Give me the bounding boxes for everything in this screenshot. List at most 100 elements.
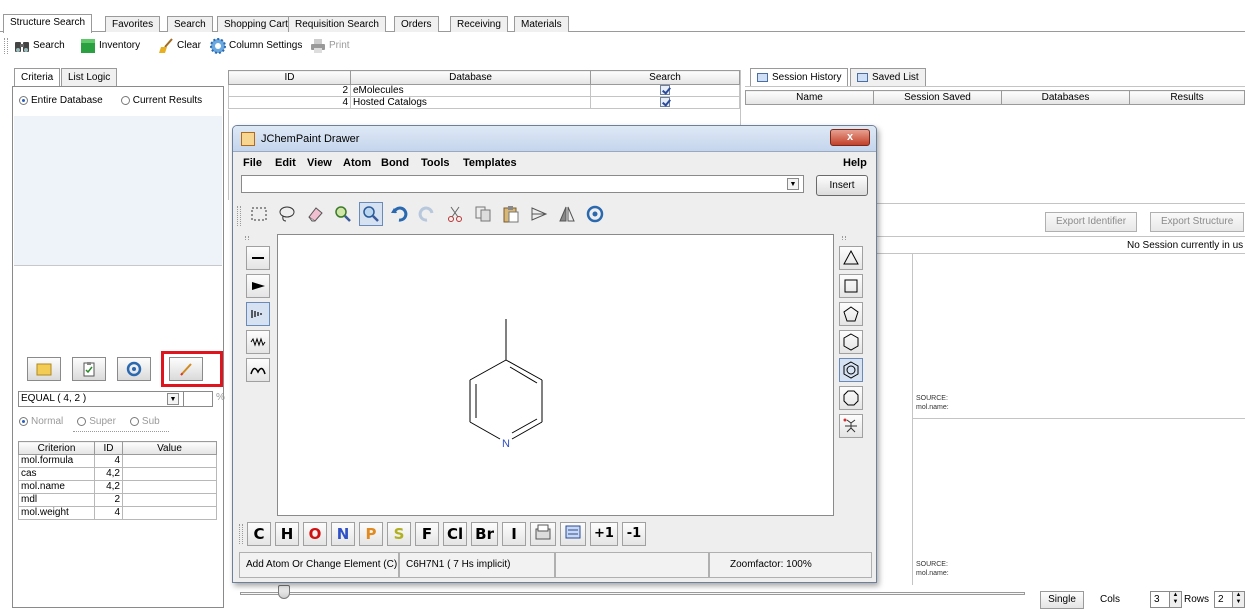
column-header-databases[interactable]: Databases <box>1001 90 1130 105</box>
column-header-results[interactable]: Results <box>1129 90 1245 105</box>
refresh-structure-button[interactable] <box>117 357 151 381</box>
export-identifier-button[interactable]: Export Identifier <box>1045 212 1138 232</box>
close-button[interactable]: x <box>830 129 870 146</box>
inventory-button[interactable]: Inventory <box>80 37 140 55</box>
value-cell[interactable] <box>122 480 217 494</box>
column-header-criterion[interactable]: Criterion <box>18 441 95 455</box>
zoom-slider-thumb[interactable] <box>278 585 290 599</box>
clean-structure-button[interactable] <box>583 202 607 226</box>
window-title-bar[interactable]: JChemPaint Drawer x <box>233 126 876 152</box>
value-cell[interactable] <box>122 506 217 520</box>
search-button[interactable]: Search <box>14 37 65 55</box>
hexagon-ring-button[interactable] <box>839 330 863 354</box>
flip-horizontal-button[interactable] <box>527 202 551 226</box>
structure-preview-area[interactable] <box>14 116 222 266</box>
hash-bond-button[interactable] <box>246 302 270 326</box>
column-header-name[interactable]: Name <box>745 90 874 105</box>
benzene-ring-button[interactable] <box>839 358 863 382</box>
menu-tools[interactable]: Tools <box>421 153 450 173</box>
table-row[interactable]: mol.name 4,2 <box>18 480 217 494</box>
menu-templates[interactable]: Templates <box>463 153 517 173</box>
table-row[interactable]: 2 eMolecules <box>228 84 740 97</box>
table-row[interactable]: mdl 2 <box>18 493 217 507</box>
pentagon-ring-button[interactable] <box>839 302 863 326</box>
lasso-button[interactable] <box>275 202 299 226</box>
open-structure-button[interactable] <box>27 357 61 381</box>
periodic-table-button[interactable] <box>530 522 556 546</box>
flip-vertical-button[interactable] <box>555 202 579 226</box>
column-header-id[interactable]: ID <box>228 70 351 85</box>
tab-favorites[interactable]: Favorites <box>105 16 161 32</box>
insert-button[interactable]: Insert <box>816 175 868 196</box>
menu-edit[interactable]: Edit <box>275 153 296 173</box>
chain-bond-button[interactable] <box>246 358 270 382</box>
clear-button[interactable]: Clear <box>158 37 201 55</box>
tab-materials[interactable]: Materials <box>514 16 569 32</box>
smiles-input[interactable]: ▼ <box>241 175 804 193</box>
octagon-ring-button[interactable] <box>839 386 863 410</box>
element-nitrogen-button[interactable]: N <box>331 522 355 546</box>
menu-view[interactable]: View <box>307 153 332 173</box>
zoom-slider-track[interactable] <box>240 592 1025 595</box>
operator-select[interactable]: EQUAL ( 4, 2 ) ▼ <box>18 391 194 407</box>
tab-search[interactable]: Search <box>167 16 213 32</box>
radio-sub[interactable]: Sub <box>129 416 160 427</box>
column-header-id[interactable]: ID <box>94 441 123 455</box>
element-bromine-button[interactable]: Br <box>471 522 498 546</box>
paste-structure-button[interactable] <box>72 357 106 381</box>
column-header-search[interactable]: Search <box>590 70 740 85</box>
export-structure-button[interactable]: Export Structure <box>1150 212 1245 232</box>
value-cell[interactable] <box>122 493 217 507</box>
column-header-value[interactable]: Value <box>122 441 217 455</box>
tab-list-logic[interactable]: List Logic <box>61 68 118 86</box>
element-fluorine-button[interactable]: F <box>415 522 439 546</box>
spinner-arrows-icon[interactable]: ▲ ▼ <box>1169 592 1181 607</box>
more-templates-button[interactable] <box>839 414 863 438</box>
square-ring-button[interactable] <box>839 274 863 298</box>
radio-current-results[interactable]: Current Results <box>120 95 202 106</box>
wedge-bond-button[interactable] <box>246 274 270 298</box>
radio-entire-database[interactable]: Entire Database <box>19 95 103 106</box>
triangle-ring-button[interactable] <box>839 246 863 270</box>
copy-button[interactable] <box>471 202 495 226</box>
cols-spinner[interactable]: 3 ▲ ▼ <box>1150 591 1182 608</box>
table-row[interactable]: mol.weight 4 <box>18 506 217 520</box>
radio-normal[interactable]: Normal <box>19 416 63 427</box>
menu-file[interactable]: File <box>243 153 262 173</box>
element-list-button[interactable] <box>560 522 586 546</box>
percent-input[interactable] <box>183 391 213 407</box>
zoom-out-button[interactable] <box>359 202 383 226</box>
tab-orders[interactable]: Orders <box>394 16 439 32</box>
element-sulfur-button[interactable]: S <box>387 522 411 546</box>
element-phosphorus-button[interactable]: P <box>359 522 383 546</box>
tab-criteria[interactable]: Criteria <box>14 68 61 86</box>
search-checkbox[interactable] <box>660 97 670 108</box>
charge-minus-button[interactable]: -1 <box>621 522 646 546</box>
eraser-button[interactable] <box>303 202 327 226</box>
element-oxygen-button[interactable]: O <box>303 522 327 546</box>
tab-saved-list[interactable]: Saved List <box>850 68 926 86</box>
menu-atom[interactable]: Atom <box>343 153 371 173</box>
wavy-bond-button[interactable] <box>246 330 270 354</box>
spinner-arrows-icon[interactable]: ▲ ▼ <box>1232 592 1244 607</box>
charge-plus-button[interactable]: +1 <box>590 522 618 546</box>
tab-requisition-search[interactable]: Requisition Search <box>288 16 386 32</box>
search-checkbox[interactable] <box>660 85 670 96</box>
print-button[interactable]: Print <box>310 37 350 55</box>
tab-receiving[interactable]: Receiving <box>450 16 508 32</box>
column-settings-button[interactable]: Column Settings <box>210 37 302 55</box>
tab-session-history[interactable]: Session History <box>750 68 849 86</box>
element-chlorine-button[interactable]: Cl <box>443 522 468 546</box>
cut-button[interactable] <box>443 202 467 226</box>
radio-super[interactable]: Super <box>77 416 116 427</box>
single-button[interactable]: Single <box>1040 591 1084 609</box>
tab-shopping-cart[interactable]: Shopping Cart <box>217 16 295 32</box>
table-row[interactable]: mol.formula 4 <box>18 454 217 468</box>
select-rectangle-button[interactable] <box>247 202 271 226</box>
chevron-down-icon[interactable]: ▼ <box>167 393 179 405</box>
tab-structure-search[interactable]: Structure Search <box>3 14 93 33</box>
column-header-database[interactable]: Database <box>350 70 591 85</box>
table-row[interactable]: 4 Hosted Catalogs <box>228 96 740 109</box>
element-iodine-button[interactable]: I <box>502 522 526 546</box>
element-carbon-button[interactable]: C <box>247 522 271 546</box>
